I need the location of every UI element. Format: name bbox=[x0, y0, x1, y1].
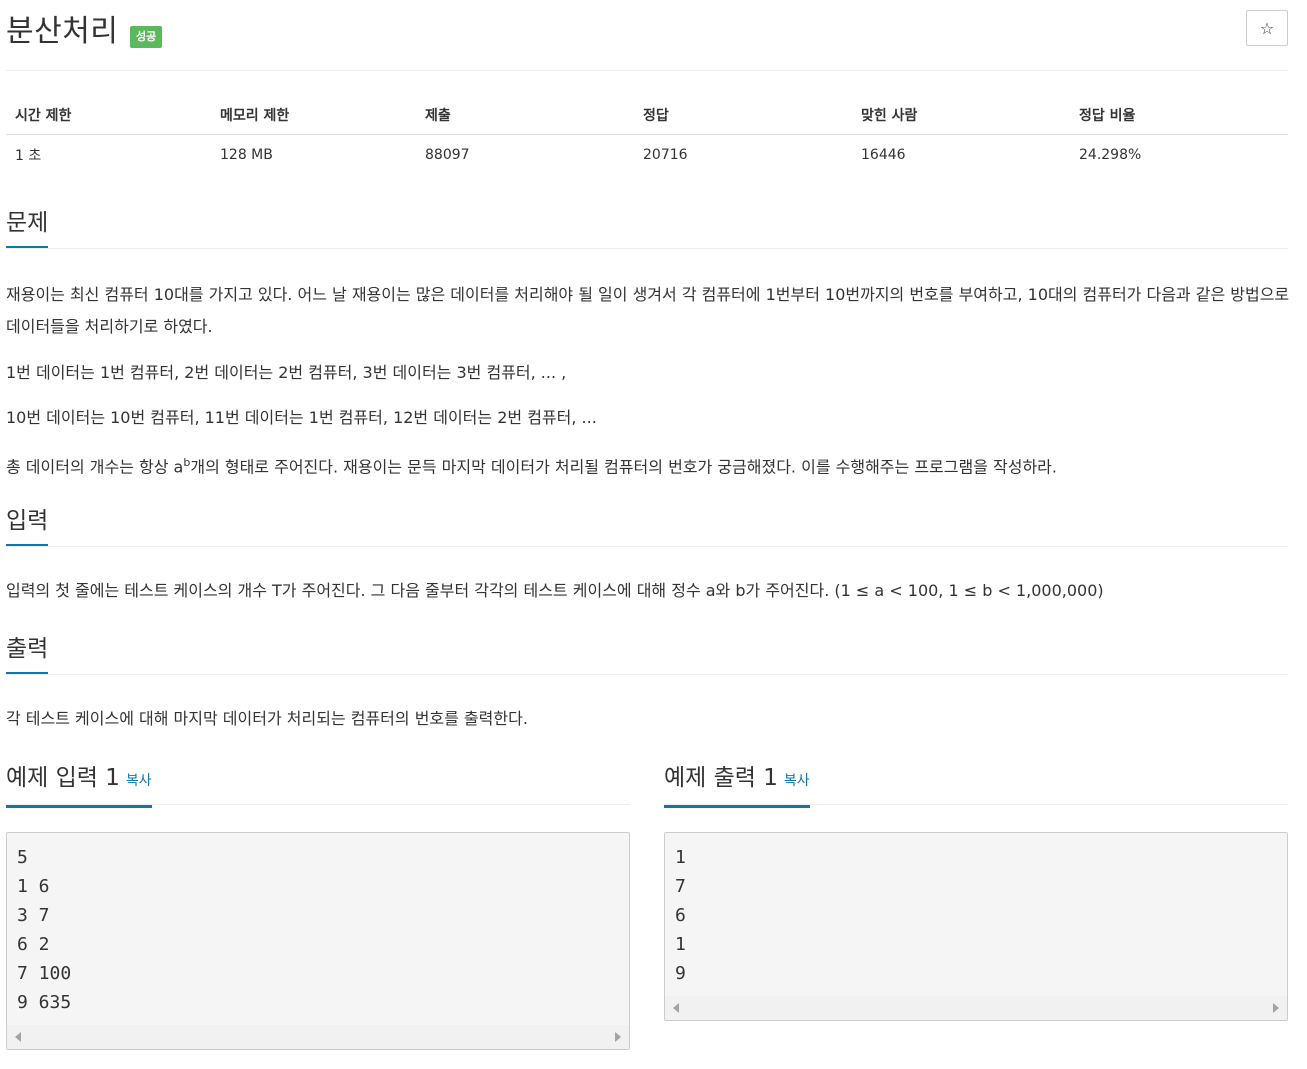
title-row: 분산처리 성공 ☆ bbox=[6, 8, 1288, 52]
problem-info-table: 시간 제한 메모리 제한 제출 정답 맞힌 사람 정답 비율 1 초 128 M… bbox=[6, 96, 1288, 175]
input-heading-text: 입력 bbox=[6, 506, 49, 547]
header-memory-limit: 메모리 제한 bbox=[211, 96, 416, 135]
description-paragraph-4: 총 데이터의 개수는 항상 ab개의 형태로 주어진다. 재용이는 문득 마지막… bbox=[6, 447, 1291, 483]
sample-input-code[interactable]: 5 1 6 3 7 6 2 7 100 9 635 bbox=[7, 833, 629, 1025]
paragraph-text-after: 개의 형태로 주어진다. 재용이는 문득 마지막 데이터가 처리될 컴퓨터의 번… bbox=[190, 457, 1057, 477]
output-heading: 출력 bbox=[6, 634, 1288, 675]
value-memory-limit: 128 MB bbox=[220, 147, 273, 163]
sample-output-heading-text: 예제 출력 1 bbox=[664, 765, 778, 791]
sample-output-code[interactable]: 1 7 6 1 9 bbox=[665, 833, 1287, 996]
sample-input-heading-text: 예제 입력 1 bbox=[6, 765, 120, 791]
sample-output-heading: 예제 출력 1 복사 bbox=[664, 760, 1288, 808]
value-time-limit: 1 초 bbox=[15, 148, 42, 164]
sample-input-column: 예제 입력 1 복사 5 1 6 3 7 6 2 7 100 9 635 bbox=[6, 760, 630, 1050]
heading-divider bbox=[6, 674, 1288, 675]
header-solved-users: 맞힌 사람 bbox=[852, 96, 1070, 135]
sample-output-box[interactable]: 1 7 6 1 9 bbox=[664, 832, 1288, 1021]
paragraph-text-before: 총 데이터의 개수는 항상 a bbox=[6, 457, 184, 477]
scroll-right-icon[interactable] bbox=[1273, 1003, 1279, 1013]
description-paragraph-2: 1번 데이터는 1번 컴퓨터, 2번 데이터는 2번 컴퓨터, 3번 데이터는 … bbox=[6, 363, 567, 382]
description-paragraph-1: 재용이는 최신 컴퓨터 10대를 가지고 있다. 어느 날 재용이는 많은 데이… bbox=[6, 285, 1290, 336]
info-value-row: 1 초 128 MB 88097 20716 16446 24.298% bbox=[6, 135, 1288, 176]
info-header-row: 시간 제한 메모리 제한 제출 정답 맞힌 사람 정답 비율 bbox=[6, 96, 1288, 135]
header-accept-ratio: 정답 비율 bbox=[1070, 96, 1288, 135]
title-divider bbox=[6, 70, 1288, 71]
value-accept-ratio: 24.298% bbox=[1079, 147, 1142, 163]
status-badge: 성공 bbox=[130, 26, 163, 48]
favorite-button[interactable]: ☆ bbox=[1246, 10, 1288, 46]
sample-input-heading-label: 예제 입력 1 복사 bbox=[6, 760, 152, 808]
input-heading: 입력 bbox=[6, 506, 1288, 547]
header-submissions: 제출 bbox=[416, 96, 634, 135]
output-description: 각 테스트 케이스에 대해 마지막 데이터가 처리되는 컴퓨터의 번호를 출력한… bbox=[6, 709, 528, 728]
heading-divider bbox=[6, 248, 1288, 249]
scroll-right-icon[interactable] bbox=[615, 1032, 621, 1042]
heading-divider bbox=[6, 546, 1288, 547]
description-heading: 문제 bbox=[6, 208, 1288, 249]
sample-input-scrollbar[interactable] bbox=[7, 1025, 629, 1049]
description-paragraph-3: 10번 데이터는 10번 컴퓨터, 11번 데이터는 1번 컴퓨터, 12번 데… bbox=[6, 408, 597, 427]
value-solved-users: 16446 bbox=[861, 147, 906, 163]
copy-sample-input-link[interactable]: 복사 bbox=[126, 773, 152, 789]
value-accepted: 20716 bbox=[643, 147, 688, 163]
header-time-limit: 시간 제한 bbox=[6, 96, 211, 135]
sample-input-heading: 예제 입력 1 복사 bbox=[6, 760, 630, 808]
scroll-left-icon[interactable] bbox=[673, 1003, 679, 1013]
sample-output-heading-label: 예제 출력 1 복사 bbox=[664, 760, 810, 808]
scroll-left-icon[interactable] bbox=[15, 1032, 21, 1042]
star-icon: ☆ bbox=[1259, 18, 1275, 38]
sample-output-column: 예제 출력 1 복사 1 7 6 1 9 bbox=[664, 760, 1288, 1021]
copy-sample-output-link[interactable]: 복사 bbox=[784, 773, 810, 789]
value-submissions: 88097 bbox=[425, 147, 470, 163]
input-description: 입력의 첫 줄에는 테스트 케이스의 개수 T가 주어진다. 그 다음 줄부터 … bbox=[6, 581, 1104, 600]
sample-output-scrollbar[interactable] bbox=[665, 996, 1287, 1020]
sample-input-box[interactable]: 5 1 6 3 7 6 2 7 100 9 635 bbox=[6, 832, 630, 1050]
header-accepted: 정답 bbox=[634, 96, 852, 135]
description-heading-text: 문제 bbox=[6, 208, 49, 249]
problem-title: 분산처리 bbox=[6, 14, 119, 49]
output-heading-text: 출력 bbox=[6, 634, 49, 675]
